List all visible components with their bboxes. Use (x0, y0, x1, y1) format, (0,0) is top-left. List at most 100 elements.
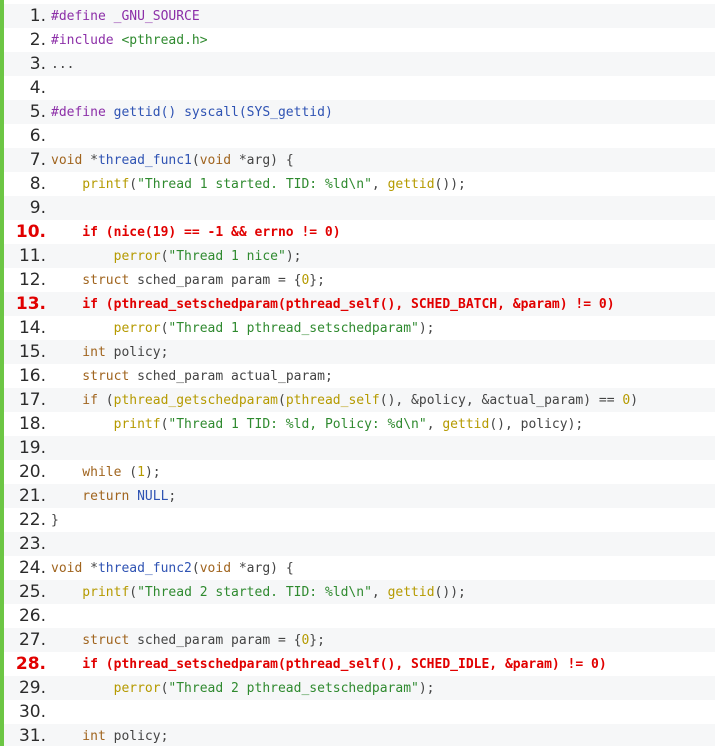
line-number: 17. (18, 390, 46, 410)
code-token: }; (309, 272, 325, 288)
line-number: 16. (18, 366, 46, 386)
code-token: ( (191, 560, 200, 576)
line-number: 29. (18, 678, 46, 698)
code-token: ( (121, 464, 138, 480)
code-line: 9. (4, 196, 715, 220)
code-token: <pthread.h> (121, 32, 208, 48)
line-number: 10. (15, 222, 46, 242)
code-token: if (pthread_setschedparam(pthread_self()… (51, 296, 615, 312)
code-text: printf("Thread 1 started. TID: %ld\n", g… (51, 177, 466, 192)
code-text: struct sched_param actual_param; (51, 369, 332, 384)
line-number: 30. (18, 702, 46, 722)
code-token: *arg) { (231, 560, 294, 576)
line-number: 6. (29, 126, 46, 146)
code-token: ); (285, 248, 302, 264)
code-token: ); (418, 680, 435, 696)
code-token: if (nice(19) == -1 && errno != 0) (51, 224, 341, 240)
code-line: 21. return NULL; (4, 484, 715, 508)
line-number: 7. (29, 150, 46, 170)
code-line: 29. perror("Thread 2 pthread_setschedpar… (4, 676, 715, 700)
line-number: 20. (18, 462, 46, 482)
code-text: struct sched_param param = {0}; (51, 273, 325, 288)
code-token: policy; (105, 344, 169, 360)
line-number: 26. (18, 606, 46, 626)
code-token: "Thread 1 started. TID: %ld\n" (137, 176, 372, 192)
code-text: perror("Thread 1 nice"); (51, 248, 302, 264)
line-number: 28. (15, 654, 46, 674)
line-number: 22. (18, 510, 46, 530)
code-token: ()); (434, 176, 466, 192)
code-token: perror (51, 680, 161, 696)
code-token: , (426, 416, 443, 432)
line-number: 11. (18, 246, 46, 266)
code-line: 24. void *thread_func2(void *arg) { (4, 556, 715, 580)
code-token: ( (97, 392, 114, 408)
code-token: "Thread 1 pthread_setschedparam" (168, 320, 419, 336)
code-token: void (51, 152, 83, 168)
line-number: 9. (29, 198, 46, 218)
code-text: void *thread_func2(void *arg) { (51, 561, 294, 576)
code-line: 26. (4, 604, 715, 628)
code-token: int (51, 344, 106, 360)
code-line: 28. if (pthread_setschedparam(pthread_se… (4, 652, 715, 676)
code-token: thread_func1 (97, 152, 192, 168)
code-token: ); (144, 464, 161, 480)
code-token: #define (51, 104, 114, 120)
code-line: 30. (4, 700, 715, 724)
line-number: 27. (18, 630, 46, 650)
line-number: 25. (18, 582, 46, 602)
code-token: *arg) { (231, 152, 294, 168)
line-number: 12. (18, 270, 46, 290)
code-token: ( (129, 584, 138, 600)
code-token: #define _GNU_SOURCE (51, 8, 200, 24)
code-token: while (51, 464, 122, 480)
code-text: printf("Thread 1 TID: %ld, Policy: %d\n"… (51, 416, 584, 432)
code-line: 16. struct sched_param actual_param; (4, 364, 715, 388)
code-token: * (82, 152, 98, 168)
code-line: 8. printf("Thread 1 started. TID: %ld\n"… (4, 172, 715, 196)
code-line: 27. struct sched_param param = {0}; (4, 628, 715, 652)
code-token: thread_func2 (97, 560, 192, 576)
code-token: ); (418, 320, 435, 336)
code-text: perror("Thread 1 pthread_setschedparam")… (51, 321, 435, 336)
code-line: 22.} (4, 508, 715, 532)
line-number: 4. (29, 78, 46, 98)
line-number: 13. (15, 294, 46, 314)
code-token: , (371, 176, 388, 192)
code-token: pthread_getschedparam (113, 392, 278, 408)
code-line: 31. int policy; (4, 724, 715, 746)
code-line: 6. (4, 124, 715, 148)
code-token: pthread_self (285, 392, 380, 408)
code-token: } (51, 512, 59, 528)
code-line: 17. if (pthread_getschedparam(pthread_se… (4, 388, 715, 412)
code-token: ( (129, 176, 138, 192)
code-text: void *thread_func1(void *arg) { (51, 153, 294, 168)
code-text: return NULL; (51, 489, 176, 504)
code-token: sched_param param = { (129, 632, 302, 648)
code-line: 14. perror("Thread 1 pthread_setschedpar… (4, 316, 715, 340)
code-line: 1. #define _GNU_SOURCE (4, 4, 715, 28)
line-number: 18. (18, 414, 46, 434)
code-line: 20. while (1); (4, 460, 715, 484)
code-token: gettid (387, 584, 435, 600)
code-line: 2. #include <pthread.h> (4, 28, 715, 52)
code-token: ) (630, 392, 639, 408)
code-token: ; (168, 488, 177, 504)
code-text: printf("Thread 2 started. TID: %ld\n", g… (51, 585, 466, 600)
code-token: return (51, 488, 130, 504)
code-line: 18. printf("Thread 1 TID: %ld, Policy: %… (4, 412, 715, 436)
code-listing: 1. #define _GNU_SOURCE 2. #include <pthread… (0, 0, 715, 746)
code-token: printf (51, 416, 161, 432)
highlighted-code-text: if (pthread_setschedparam(pthread_self()… (51, 296, 615, 312)
code-text: int policy; (51, 729, 168, 744)
code-line: 23. (4, 532, 715, 556)
code-token: printf (51, 176, 130, 192)
code-line: 12. struct sched_param param = {0}; (4, 268, 715, 292)
code-token: ()); (434, 584, 466, 600)
code-line: 11. perror("Thread 1 nice"); (4, 244, 715, 268)
code-text: #define gettid() syscall(SYS_gettid) (51, 105, 333, 120)
code-token: "Thread 1 TID: %ld, Policy: %d\n" (168, 416, 427, 432)
code-token: }; (309, 632, 325, 648)
line-number: 21. (18, 486, 46, 506)
